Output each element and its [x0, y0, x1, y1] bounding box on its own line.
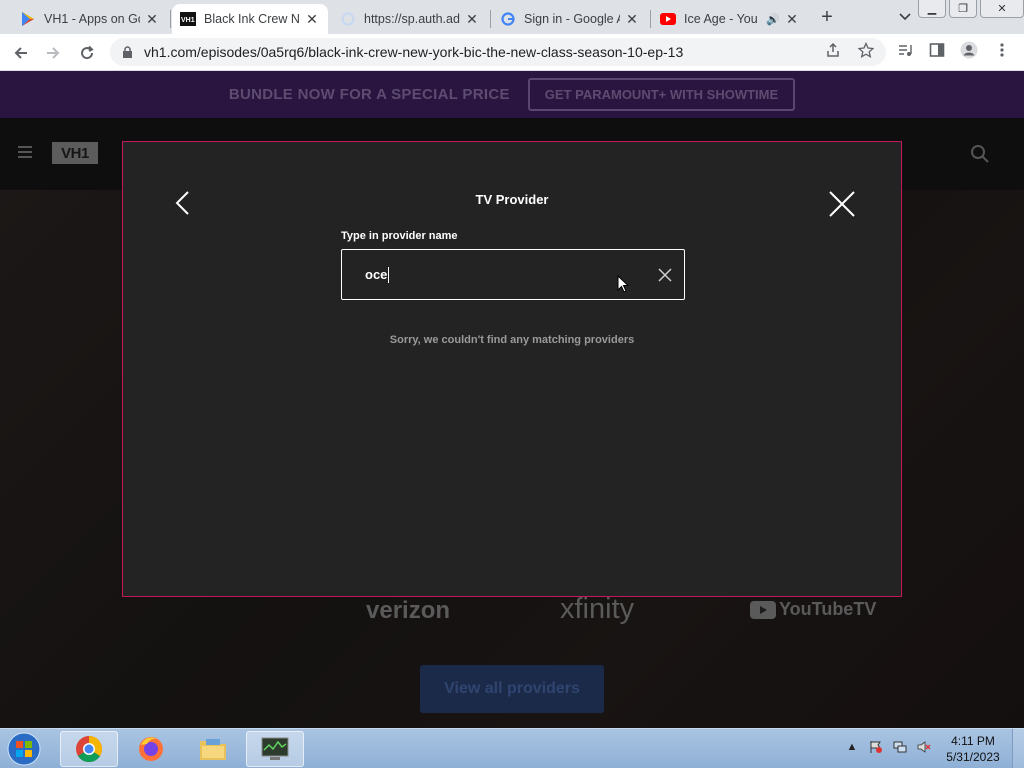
promo-banner: BUNDLE NOW FOR A SPECIAL PRICE GET PARAM… [0, 71, 1024, 118]
youtube-play-icon [750, 600, 776, 619]
tab-google-signin[interactable]: Sign in - Google A ✕ [492, 4, 648, 34]
taskbar-system-monitor[interactable] [246, 731, 304, 767]
profile-avatar-icon[interactable] [960, 41, 978, 59]
bookmark-star-icon[interactable] [857, 41, 875, 59]
vh1-logo[interactable]: VH1 [52, 142, 98, 164]
close-icon[interactable] [828, 190, 856, 218]
page-viewport: BUNDLE NOW FOR A SPECIAL PRICE GET PARAM… [0, 71, 1024, 728]
menu-kebab-icon[interactable] [993, 41, 1011, 59]
google-play-icon [20, 11, 36, 27]
network-icon[interactable] [892, 739, 908, 755]
provider-search-value: oce [365, 267, 388, 282]
show-hidden-icons-icon[interactable]: ▲ [844, 739, 860, 755]
reload-icon[interactable] [76, 42, 98, 64]
tab-auth[interactable]: https://sp.auth.ad ✕ [332, 4, 488, 34]
view-all-providers-button[interactable]: View all providers [420, 665, 604, 713]
youtubetv-logo[interactable]: YouTubeTV [750, 599, 876, 620]
window-close-icon[interactable]: ✕ [980, 0, 1024, 18]
tab-divider [170, 10, 171, 28]
show-desktop-button[interactable] [1012, 729, 1024, 768]
volume-muted-icon[interactable] [916, 739, 932, 755]
close-tab-icon[interactable]: ✕ [624, 11, 640, 27]
windows-taskbar: ▲ 4:11 PM 5/31/2023 [0, 728, 1024, 768]
window-controls: ▁ ❐ ✕ [915, 0, 1024, 18]
file-explorer-icon [200, 739, 226, 760]
tab-title: https://sp.auth.ad [364, 12, 460, 26]
mouse-cursor-icon [617, 274, 630, 293]
verizon-logo[interactable]: verizon [366, 597, 450, 625]
provider-field-label: Type in provider name [341, 230, 458, 242]
chrome-icon [76, 735, 103, 763]
lock-icon[interactable] [120, 45, 134, 59]
promo-text: BUNDLE NOW FOR A SPECIAL PRICE [228, 86, 510, 103]
tab-title: Black Ink Crew Ne [204, 12, 300, 26]
media-control-icon[interactable] [896, 41, 914, 59]
tab-title: Ice Age - You [684, 12, 758, 26]
youtubetv-label: YouTubeTV [779, 599, 877, 619]
google-icon [500, 11, 516, 27]
browser-toolbar: vh1.com/episodes/0a5rq6/black-ink-crew-n… [0, 34, 1024, 71]
vh1-icon: VH1 [180, 11, 196, 27]
address-bar[interactable]: vh1.com/episodes/0a5rq6/black-ink-crew-n… [110, 38, 886, 66]
clock-date: 5/31/2023 [946, 750, 1000, 764]
browser-tab-strip: VH1 - Apps on Go ✕ VH1 Black Ink Crew Ne… [0, 0, 1024, 34]
tab-divider [490, 10, 491, 28]
hamburger-menu-icon[interactable] [18, 146, 32, 158]
provider-search-input[interactable]: oce [341, 249, 685, 300]
system-tray: ▲ [844, 739, 932, 755]
tab-search-chevron-icon[interactable] [896, 8, 914, 26]
get-paramount-button[interactable]: GET PARAMOUNT+ WITH SHOWTIME [527, 78, 796, 111]
tab-title: Sign in - Google A [524, 12, 620, 26]
text-caret [388, 266, 390, 283]
loading-icon [340, 11, 356, 27]
start-button[interactable] [4, 730, 44, 768]
new-tab-button[interactable]: + [816, 6, 838, 28]
close-tab-icon[interactable]: ✕ [304, 11, 320, 27]
audio-playing-icon[interactable]: 🔊 [766, 13, 780, 26]
xfinity-logo[interactable]: xfinity [560, 593, 634, 626]
url-text: vh1.com/episodes/0a5rq6/black-ink-crew-n… [144, 44, 684, 60]
tv-provider-modal: TV Provider Type in provider name oce So… [122, 141, 902, 597]
tab-black-ink-crew[interactable]: VH1 Black Ink Crew Ne ✕ [172, 4, 328, 34]
forward-arrow-icon[interactable] [42, 42, 64, 64]
system-monitor-icon [261, 737, 289, 760]
taskbar-clock[interactable]: 4:11 PM 5/31/2023 [940, 733, 1006, 765]
tab-divider [650, 10, 651, 28]
youtube-icon [660, 11, 676, 27]
modal-title: TV Provider [475, 192, 549, 207]
tab-vh1-apps[interactable]: VH1 - Apps on Go ✕ [12, 4, 168, 34]
minimize-icon[interactable]: ▁ [918, 0, 946, 18]
restore-icon[interactable]: ❐ [949, 0, 977, 18]
side-panel-icon[interactable] [928, 41, 946, 59]
close-tab-icon[interactable]: ✕ [784, 11, 800, 27]
windows-logo-icon [7, 732, 41, 766]
tab-ice-age[interactable]: Ice Age - You 🔊 ✕ [652, 4, 808, 34]
close-tab-icon[interactable]: ✕ [464, 11, 480, 27]
clock-time: 4:11 PM [951, 734, 995, 748]
no-results-message: Sorry, we couldn't find any matching pro… [389, 334, 635, 346]
back-arrow-icon[interactable] [10, 42, 32, 64]
clear-input-icon[interactable] [658, 268, 672, 282]
taskbar-firefox[interactable] [122, 731, 180, 767]
taskbar-chrome[interactable] [60, 731, 118, 767]
share-icon[interactable] [824, 41, 842, 59]
svg-text:VH1: VH1 [181, 17, 195, 24]
action-center-flag-icon[interactable] [868, 739, 884, 755]
close-tab-icon[interactable]: ✕ [144, 11, 160, 27]
taskbar-file-explorer[interactable] [184, 731, 242, 767]
tab-title: VH1 - Apps on Go [44, 12, 140, 26]
firefox-icon [139, 737, 163, 761]
search-icon[interactable] [970, 144, 990, 164]
